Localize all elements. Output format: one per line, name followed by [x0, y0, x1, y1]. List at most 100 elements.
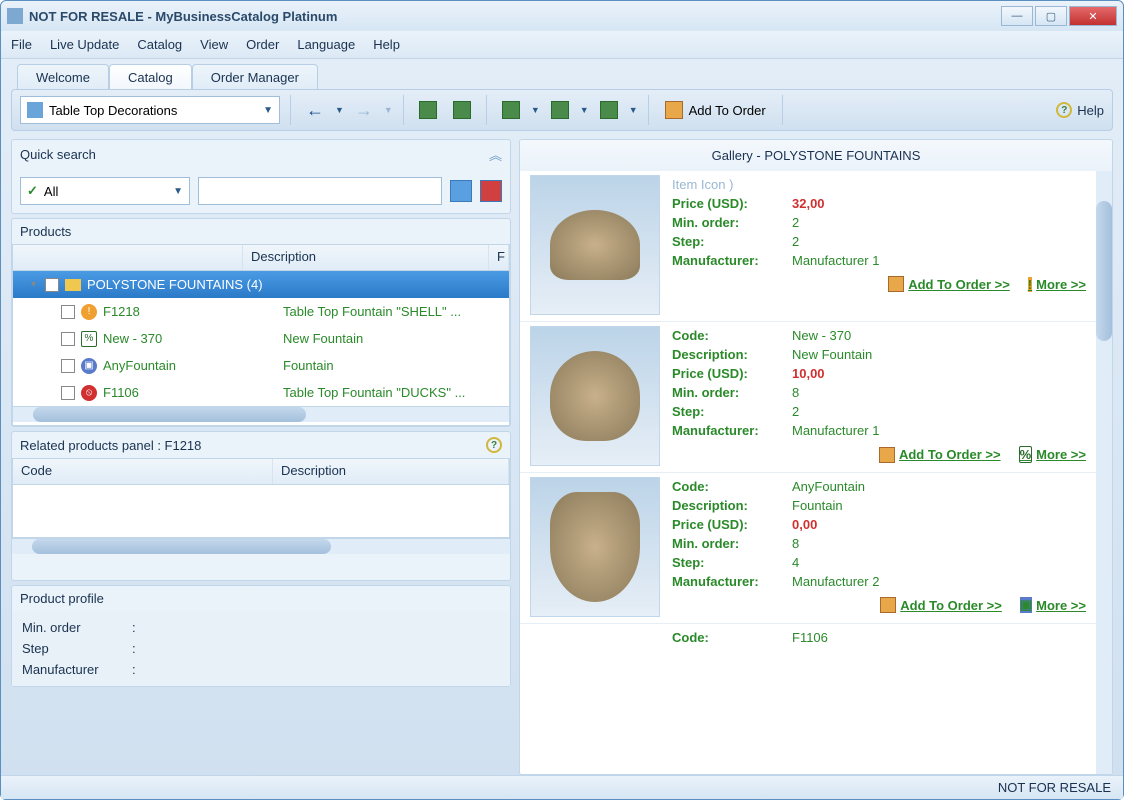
status-text: NOT FOR RESALE: [998, 780, 1111, 795]
desc-value: New Fountain: [792, 347, 872, 362]
add-to-order-label: Add To Order: [689, 103, 766, 118]
menu-language[interactable]: Language: [297, 37, 355, 52]
step-value: 4: [792, 555, 799, 570]
forward-button[interactable]: →: [350, 96, 378, 124]
more-link[interactable]: ▣More >>: [1020, 597, 1086, 613]
related-title: Related products panel : F1218: [20, 438, 201, 453]
warning-icon: !: [1028, 277, 1032, 292]
percent-icon: %: [81, 331, 97, 347]
vertical-scrollbar[interactable]: [1096, 171, 1112, 774]
manufacturer-label: Manufacturer: [22, 662, 132, 677]
product-image[interactable]: [530, 326, 660, 466]
min-value: 8: [792, 385, 799, 400]
step-label: Step: [22, 641, 132, 656]
tool-price-3[interactable]: [595, 96, 623, 124]
maximize-button[interactable]: ▢: [1035, 6, 1067, 26]
mfr-value: Manufacturer 1: [792, 423, 879, 438]
rel-col-desc[interactable]: Description: [273, 459, 509, 484]
collapse-icon[interactable]: ︽: [489, 145, 502, 164]
row-checkbox[interactable]: [61, 305, 75, 319]
row-code: F1106: [103, 385, 283, 400]
row-checkbox[interactable]: [61, 332, 75, 346]
price-value: 0,00: [792, 517, 817, 532]
table-row[interactable]: % New - 370 New Fountain: [13, 325, 509, 352]
row-desc: New Fountain: [283, 331, 509, 346]
menu-catalog[interactable]: Catalog: [137, 37, 182, 52]
minimize-button[interactable]: —: [1001, 6, 1033, 26]
menu-file[interactable]: File: [11, 37, 32, 52]
tool-new-1[interactable]: [414, 96, 442, 124]
truck-icon: ▣: [1020, 597, 1032, 613]
app-icon: [7, 8, 23, 24]
close-button[interactable]: ✕: [1069, 6, 1117, 26]
folder-name: POLYSTONE FOUNTAINS (4): [87, 277, 263, 292]
partial-text: Item Icon ): [672, 177, 733, 192]
menu-order[interactable]: Order: [246, 37, 279, 52]
tab-welcome[interactable]: Welcome: [17, 64, 109, 89]
menu-view[interactable]: View: [200, 37, 228, 52]
add-to-order-link[interactable]: Add To Order >>: [880, 597, 1002, 613]
table-row[interactable]: ⦸ F1106 Table Top Fountain "DUCKS" ...: [13, 379, 509, 406]
tool-new-2[interactable]: [448, 96, 476, 124]
more-link[interactable]: !More >>: [1028, 277, 1086, 292]
mfr-value: Manufacturer 2: [792, 574, 879, 589]
help-button[interactable]: ? Help: [1056, 102, 1104, 118]
category-combo[interactable]: Table Top Decorations ▼: [20, 96, 280, 124]
peek-code: F1106: [792, 630, 828, 645]
horizontal-scrollbar[interactable]: [13, 406, 509, 422]
code-value: New - 370: [792, 328, 851, 343]
products-title: Products: [20, 224, 71, 239]
rel-col-code[interactable]: Code: [13, 459, 273, 484]
min-value: 8: [792, 536, 799, 551]
add-icon: [880, 597, 896, 613]
add-to-order-toolbar-button[interactable]: Add To Order: [659, 101, 772, 119]
more-link[interactable]: %More >>: [1019, 446, 1086, 463]
tool-price-2[interactable]: [546, 96, 574, 124]
tool-price-1[interactable]: [497, 96, 525, 124]
filter-combo[interactable]: ✓ All ▼: [20, 177, 190, 205]
related-panel: Related products panel : F1218 ? Code De…: [11, 431, 511, 581]
window: NOT FOR RESALE - MyBusinessCatalog Plati…: [0, 0, 1124, 800]
add-to-order-link[interactable]: Add To Order >>: [879, 447, 1001, 463]
help-small-icon[interactable]: ?: [486, 437, 502, 453]
gallery-item: Code:AnyFountain Description:Fountain Pr…: [520, 473, 1096, 624]
add-to-order-link[interactable]: Add To Order >>: [888, 276, 1010, 292]
col-name[interactable]: [13, 245, 243, 270]
row-code: AnyFountain: [103, 358, 283, 373]
desc-value: Fountain: [792, 498, 843, 513]
price-value: 10,00: [792, 366, 825, 381]
check-icon: ✓: [27, 183, 38, 199]
col-desc[interactable]: Description: [243, 245, 489, 270]
expand-icon[interactable]: ▾: [31, 279, 45, 290]
gallery-item-peek: Code:F1106: [520, 624, 1096, 653]
add-icon: [879, 447, 895, 463]
warning-icon: !: [81, 304, 97, 320]
table-row[interactable]: ▣ AnyFountain Fountain: [13, 352, 509, 379]
back-button[interactable]: ←: [301, 96, 329, 124]
tab-order-manager[interactable]: Order Manager: [192, 64, 318, 89]
table-row[interactable]: ! F1218 Table Top Fountain "SHELL" ...: [13, 298, 509, 325]
folder-row[interactable]: ▾ POLYSTONE FOUNTAINS (4): [13, 271, 509, 298]
menu-help[interactable]: Help: [373, 37, 400, 52]
search-button[interactable]: [450, 180, 472, 202]
filter-value: All: [44, 184, 58, 199]
toolbar: Table Top Decorations ▼ ← ▼ → ▼ ▼ ▼ ▼ Ad…: [11, 89, 1113, 131]
search-input[interactable]: [198, 177, 442, 205]
window-title: NOT FOR RESALE - MyBusinessCatalog Plati…: [29, 9, 1001, 24]
row-desc: Table Top Fountain "DUCKS" ...: [283, 385, 509, 400]
percent-icon: %: [1019, 446, 1033, 463]
product-image[interactable]: [530, 175, 660, 315]
products-table: Description F ▾ POLYSTONE FOUNTAINS (4) …: [12, 244, 510, 426]
row-checkbox[interactable]: [61, 359, 75, 373]
clear-button[interactable]: [480, 180, 502, 202]
horizontal-scrollbar[interactable]: [12, 538, 510, 554]
menu-live-update[interactable]: Live Update: [50, 37, 119, 52]
category-value: Table Top Decorations: [49, 103, 177, 118]
tabbar: Welcome Catalog Order Manager: [1, 59, 1123, 89]
row-checkbox[interactable]: [61, 386, 75, 400]
product-image[interactable]: [530, 477, 660, 617]
profile-panel: Product profile Min. order: Step: Manufa…: [11, 585, 511, 687]
folder-checkbox[interactable]: [45, 278, 59, 292]
col-f[interactable]: F: [489, 245, 509, 270]
tab-catalog[interactable]: Catalog: [109, 64, 192, 89]
